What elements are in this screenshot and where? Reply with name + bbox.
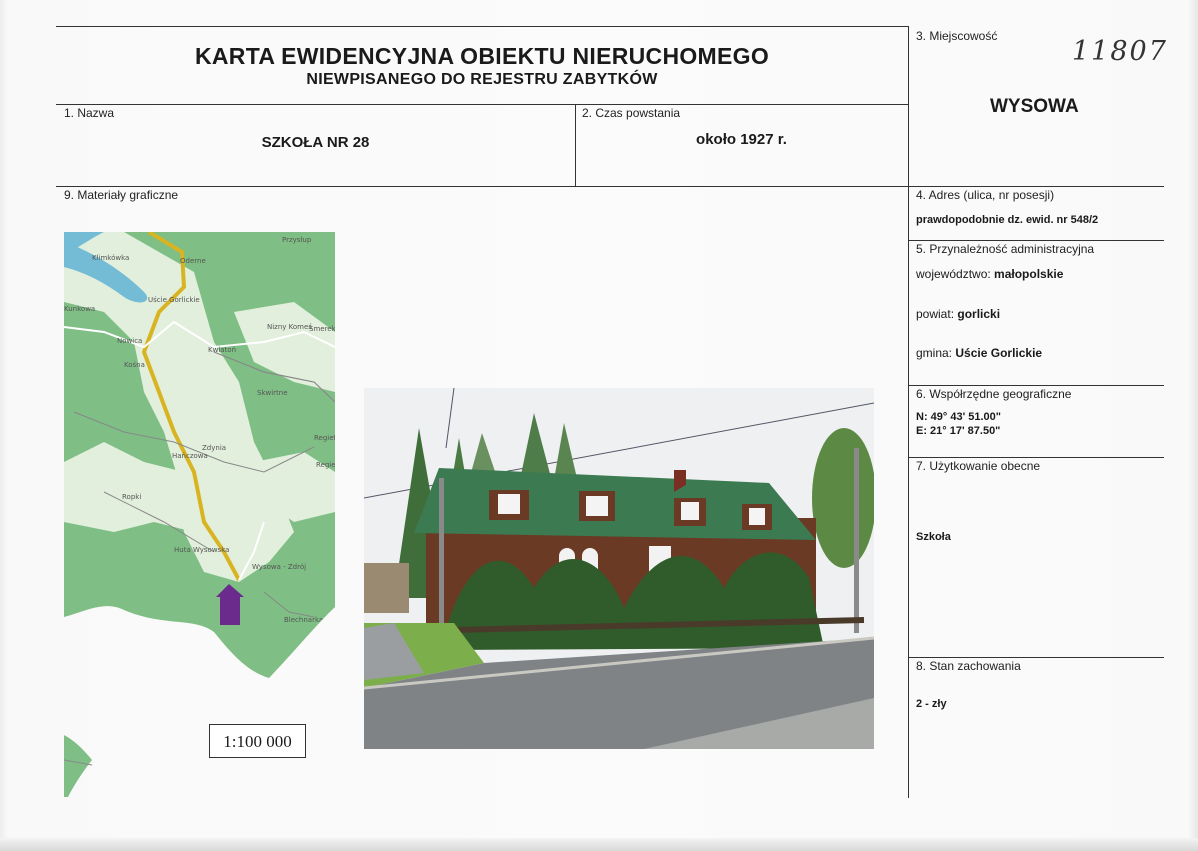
map-label: Blechnarka	[284, 616, 323, 624]
shed	[364, 563, 409, 613]
rule-row2-bottom	[56, 186, 1164, 187]
county-line: powiat: gorlicki	[916, 307, 1000, 321]
dormer-window	[498, 494, 520, 514]
graphics-label: 9. Materiały graficzne	[64, 188, 179, 202]
map-label: Przysłup	[282, 236, 312, 244]
map-label: Zdynia	[202, 444, 226, 452]
map-label: Kwiatoń	[208, 346, 236, 354]
commune-value: Uście Gorlickie	[955, 346, 1043, 360]
use-value: Szkoła	[916, 531, 951, 543]
voivodeship-line: województwo: małopolskie	[916, 267, 1063, 281]
map-label: Kunkowa	[64, 305, 95, 313]
name-value: SZKOŁA NR 28	[261, 134, 370, 151]
coords-north: N: 49° 43' 51.00"	[916, 411, 1002, 423]
use-label: 7. Użytkowanie obecne	[916, 459, 1041, 473]
county-label: powiat:	[916, 307, 955, 321]
commune-line: gmina: Uście Gorlickie	[916, 346, 1042, 360]
map-label: Smerekowiec	[309, 325, 335, 333]
voivodeship-label: województwo:	[916, 267, 991, 281]
name-label: 1. Nazwa	[64, 106, 115, 120]
card-subtitle: NIEWPISANEGO DO REJESTRU ZABYTKÓW	[306, 71, 658, 88]
map-label: Uście Gorlickie	[148, 296, 200, 304]
locality-value: WYSOWA	[990, 96, 1079, 117]
card-title: KARTA EWIDENCYJNA OBIEKTU NIERUCHOMEGO	[194, 43, 770, 69]
admin-label: 5. Przynależność administracyjna	[916, 242, 1095, 256]
map-label: Nizny Komeś	[267, 323, 312, 331]
voivodeship-value: małopolskie	[994, 267, 1064, 281]
map-label: Ropki	[122, 493, 141, 501]
map-label: Nowica	[117, 337, 142, 345]
date-value: około 1927 r.	[696, 131, 787, 148]
map-label: Kośna	[124, 361, 145, 369]
condition-value: 2 - zły	[916, 698, 947, 710]
handwritten-card-number: 11807	[1072, 36, 1168, 67]
location-marker	[220, 597, 240, 625]
map-label: Skwirtne	[257, 389, 288, 397]
location-map: Przysłup Klimkówka Oderne Uście Gorlicki…	[64, 232, 335, 678]
coords-label: 6. Współrzędne geograficzne	[916, 387, 1072, 401]
map-label: Wysowa - Zdrój	[252, 563, 306, 571]
address-value: prawdopodobnie dz. ewid. nr 548/2	[916, 214, 1099, 226]
map-label: Klimkówka	[92, 254, 129, 262]
map-label: Regietów Wyżny	[316, 461, 335, 469]
rule-top	[56, 26, 908, 27]
utility-pole	[439, 478, 444, 638]
condition-label: 8. Stan zachowania	[916, 659, 1021, 673]
rule-adres-bottom	[908, 240, 1164, 241]
address-label: 4. Adres (ulica, nr posesji)	[916, 188, 1055, 202]
rule-admin-bottom	[908, 385, 1164, 386]
rule-use-bottom	[908, 657, 1164, 658]
rule-coords-bottom	[908, 457, 1164, 458]
commune-label: gmina:	[916, 346, 953, 360]
map-scale: 1:100 000	[209, 724, 306, 758]
map-fragment	[64, 735, 93, 797]
deciduous-tree	[812, 428, 874, 568]
map-label: Huta Wysowska	[174, 546, 229, 554]
map-label: Hańczowa	[172, 452, 208, 460]
locality-label: 3. Miejscowość	[916, 29, 998, 43]
rule-header-bottom	[56, 104, 908, 105]
rule-right-column	[908, 26, 909, 798]
scan-bottom-edge	[0, 838, 1198, 851]
building-photo	[364, 388, 874, 749]
date-label: 2. Czas powstania	[582, 106, 681, 120]
map-label: Regietów	[314, 434, 335, 442]
county-value: gorlicki	[957, 307, 1001, 321]
map-label: Oderne	[180, 257, 206, 265]
coords-east: E: 21° 17' 87.50"	[916, 425, 1001, 437]
